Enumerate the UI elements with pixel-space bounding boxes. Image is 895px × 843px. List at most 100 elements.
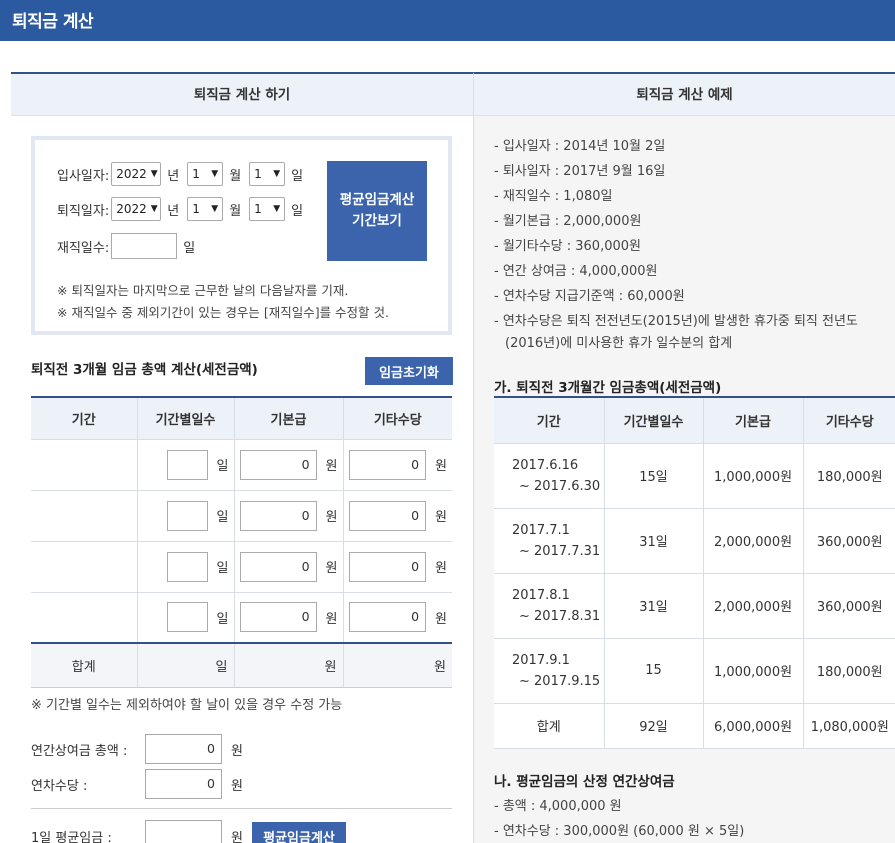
- chevron-down-icon: ▼: [150, 204, 158, 214]
- list-item: - 연차수당 : 300,000원 (60,000 원 × 5일): [494, 824, 745, 839]
- list-item: - 연차수당은 퇴직 전전년도(2015년)에 발생한 휴가중 퇴직 전년도(2…: [494, 314, 858, 351]
- avg-wage-input[interactable]: [145, 820, 222, 843]
- chevron-down-icon: ▼: [273, 169, 281, 179]
- service-days-input[interactable]: [111, 233, 178, 259]
- extra-pay-input[interactable]: 0: [349, 602, 427, 633]
- period-cell: 2017.6.16 ~ 2017.6.30: [494, 443, 605, 509]
- bonus-input[interactable]: 0: [145, 734, 222, 764]
- hire-date-row: 입사일자: 2022 ▼ 년 1 ▼ 월 1 ▼ 일: [57, 162, 311, 186]
- basic-pay-input[interactable]: 0: [239, 449, 317, 480]
- chevron-down-icon: ▼: [211, 169, 219, 179]
- column-header: 기타수당: [343, 396, 452, 440]
- extra-cell: 180,000원: [803, 443, 895, 509]
- reset-wage-button[interactable]: 임금초기화: [365, 357, 453, 385]
- column-header: 기간: [494, 396, 605, 444]
- avg-wage-row: 1일 평균임금 : 원: [31, 820, 243, 843]
- days-input[interactable]: [166, 551, 208, 582]
- days-cell: 31일: [604, 508, 704, 574]
- column-header: 기간: [31, 396, 138, 440]
- hire-year-select[interactable]: 2022 ▼: [111, 162, 162, 186]
- table-row: 2017.8.1 ~ 2017.8.31 31일 2,000,000원 360,0…: [494, 573, 895, 639]
- days-input[interactable]: [166, 602, 208, 633]
- column-header: 기본급: [234, 396, 344, 440]
- table-row: 일 0원 0원: [31, 541, 452, 593]
- basic-pay-input[interactable]: 0: [239, 500, 317, 531]
- period-cell: [31, 541, 138, 593]
- extra-pay-input[interactable]: 0: [349, 449, 427, 480]
- leave-pay-row: 연차수당 : 0 원: [31, 769, 243, 799]
- sum-extra: 1,080,000원: [803, 703, 895, 749]
- service-days-row: 재직일수: 일: [57, 232, 195, 260]
- list-item: - 월기타수당 : 360,000원: [494, 239, 641, 254]
- basic-cell: 2,000,000원: [703, 573, 804, 639]
- avg-wage-calc-button[interactable]: 평균임금계산: [252, 822, 346, 843]
- hire-day-select[interactable]: 1 ▼: [249, 162, 286, 186]
- period-cell: 2017.7.1 ~ 2017.7.31: [494, 508, 605, 574]
- list-item: - 월기본급 : 2,000,000원: [494, 214, 642, 229]
- extra-cell: 360,000원: [803, 573, 895, 639]
- chevron-down-icon: ▼: [150, 169, 158, 179]
- leave-date-label: 퇴직일자:: [57, 203, 110, 219]
- list-item: - 연간 상여금 : 4,000,000원: [494, 264, 658, 279]
- leave-date-row: 퇴직일자: 2022 ▼ 년 1 ▼ 월 1 ▼ 일: [57, 197, 311, 221]
- leave-month-select[interactable]: 1 ▼: [187, 197, 224, 221]
- wage-table-header: 기간 기간별일수 기본급 기타수당: [31, 396, 452, 440]
- divider: [31, 808, 452, 809]
- chevron-down-icon: ▼: [211, 204, 219, 214]
- top-bar: 퇴직금 계산: [0, 0, 895, 41]
- table-row: 일 0원 0원: [31, 592, 452, 644]
- example-table: 기간 기간별일수 기본급 기타수당 2017.6.16 ~ 2017.6.30 1…: [494, 396, 895, 749]
- sum-basic: 6,000,000원: [703, 703, 804, 749]
- sum-label: 합계: [31, 642, 138, 688]
- extra-pay-input[interactable]: 0: [349, 500, 427, 531]
- example-table-title: 가. 퇴직전 3개월간 임금총액(세전금액): [494, 380, 722, 396]
- list-item: - 연차수당 지급기준액 : 60,000원: [494, 289, 685, 304]
- basic-pay-input[interactable]: 0: [239, 602, 317, 633]
- basic-cell: 1,000,000원: [703, 443, 804, 509]
- extra-cell: 360,000원: [803, 508, 895, 574]
- extra-pay-input[interactable]: 0: [349, 551, 427, 582]
- sum-days: 92일: [604, 703, 704, 749]
- wage-table: 기간 기간별일수 기본급 기타수당 일 0원 0원 일 0원 0원 일 0원 0…: [31, 396, 452, 688]
- leave-day-select[interactable]: 1 ▼: [249, 197, 286, 221]
- wage-section-title: 퇴직전 3개월 임금 총액 계산(세전금액): [31, 362, 258, 378]
- table-row: 2017.6.16 ~ 2017.6.30 15일 1,000,000원 180,…: [494, 443, 895, 509]
- list-item: - 재직일수 : 1,080일: [494, 189, 613, 204]
- service-days-note: ※ 재직일수 중 제외기간이 있는 경우는 [재직일수]를 수정할 것.: [57, 305, 389, 320]
- chevron-down-icon: ▼: [273, 204, 281, 214]
- days-cell: 15일: [604, 443, 704, 509]
- basic-cell: 1,000,000원: [703, 638, 804, 704]
- leave-pay-input[interactable]: 0: [145, 769, 222, 799]
- days-input[interactable]: [166, 449, 208, 480]
- example-panel: 퇴직금 계산 예제 - 입사일자 : 2014년 10월 2일 - 퇴사일자 :…: [473, 72, 895, 843]
- hire-month-select[interactable]: 1 ▼: [187, 162, 224, 186]
- period-cell: 2017.9.1 ~ 2017.9.15: [494, 638, 605, 704]
- avg-period-button[interactable]: 평균임금계산 기간보기: [327, 161, 427, 261]
- sum-row: 합계 일 원 원: [31, 642, 452, 688]
- hire-date-label: 입사일자:: [57, 168, 110, 184]
- example-facts: - 입사일자 : 2014년 10월 2일 - 퇴사일자 : 2017년 9월 …: [494, 134, 894, 355]
- page-title: 퇴직금 계산: [12, 12, 94, 32]
- bonus-section-title: 나. 평균임금의 산정 연간상여금: [494, 774, 675, 790]
- basic-pay-input[interactable]: 0: [239, 551, 317, 582]
- example-heading: 퇴직금 계산 예제: [474, 74, 895, 116]
- sum-label: 합계: [494, 703, 605, 749]
- list-item: - 퇴사일자 : 2017년 9월 16일: [494, 164, 666, 179]
- leave-date-note: ※ 퇴직일자는 마지막으로 근무한 날의 다음날자를 기재.: [57, 283, 349, 298]
- sum-row: 합계 92일 6,000,000원 1,080,000원: [494, 703, 895, 749]
- column-header: 기본급: [703, 396, 804, 444]
- bonus-label: 연간상여금 총액 :: [31, 743, 128, 759]
- basic-cell: 2,000,000원: [703, 508, 804, 574]
- column-header: 기간별일수: [604, 396, 704, 444]
- days-cell: 15: [604, 638, 704, 704]
- days-cell: 31일: [604, 573, 704, 639]
- days-edit-note: ※ 기간별 일수는 제외하여야 할 날이 있을 경우 수정 가능: [31, 698, 343, 713]
- list-item: - 입사일자 : 2014년 10월 2일: [494, 139, 666, 154]
- extra-cell: 180,000원: [803, 638, 895, 704]
- sum-extra: 원: [343, 642, 452, 688]
- days-input[interactable]: [166, 500, 208, 531]
- calculator-heading: 퇴직금 계산 하기: [11, 74, 473, 116]
- table-row: 일 0원 0원: [31, 490, 452, 542]
- leave-year-select[interactable]: 2022 ▼: [111, 197, 162, 221]
- table-row: 2017.9.1 ~ 2017.9.15 15 1,000,000원 180,00…: [494, 638, 895, 704]
